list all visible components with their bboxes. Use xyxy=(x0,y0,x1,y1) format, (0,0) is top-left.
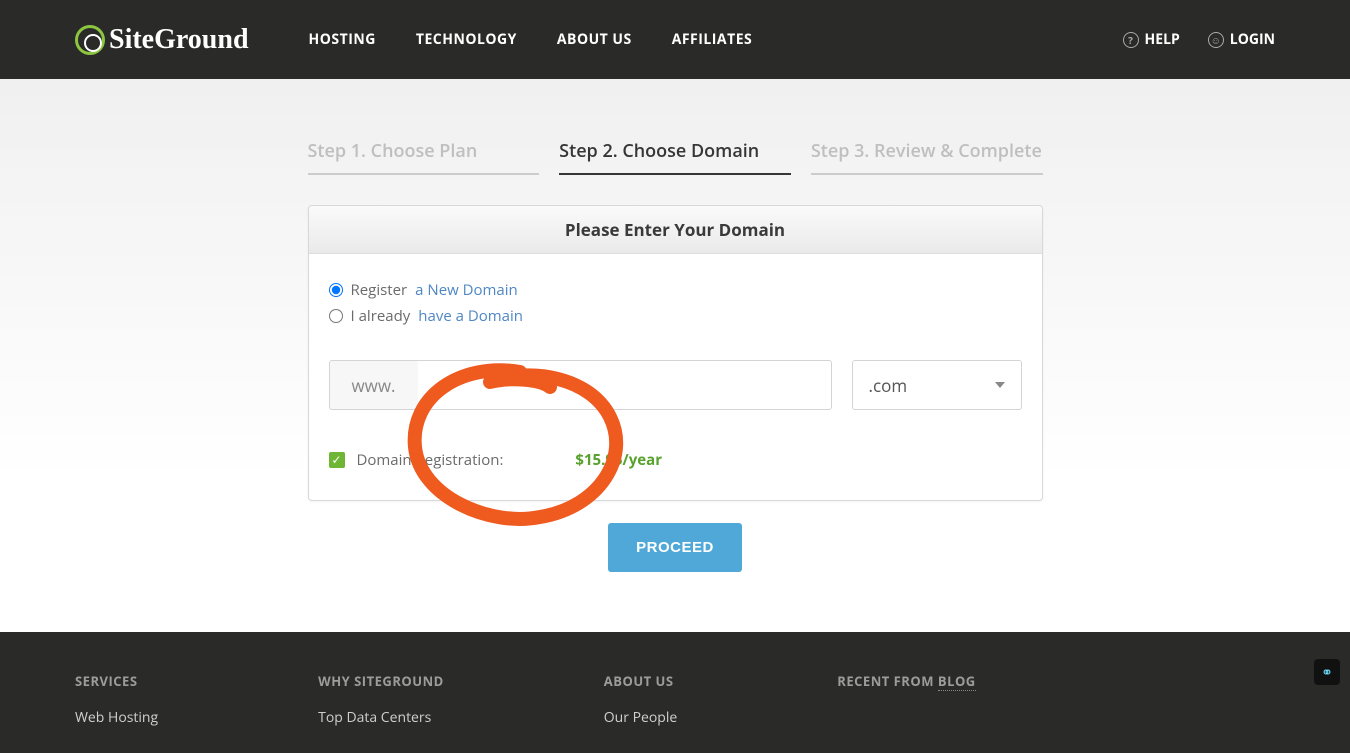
footer-col-blog: RECENT FROM BLOG xyxy=(837,672,975,733)
option-register-new[interactable]: Register a New Domain xyxy=(329,280,1022,300)
footer-col3-title: ABOUT US xyxy=(604,672,678,690)
option1-rest: a New Domain xyxy=(415,280,518,300)
user-icon: ☺ xyxy=(1208,32,1224,48)
floating-widget-icon[interactable]: ⚭ xyxy=(1314,659,1340,685)
registration-checkbox[interactable] xyxy=(329,452,345,468)
footer-link-webhosting[interactable]: Web Hosting xyxy=(75,708,158,727)
chevron-down-icon xyxy=(995,382,1005,388)
domain-input[interactable] xyxy=(418,360,832,410)
registration-price: $15.95/year xyxy=(575,450,662,470)
footer-col-services: SERVICES Web Hosting xyxy=(75,672,158,733)
step-2[interactable]: Step 2. Choose Domain xyxy=(559,139,791,175)
brand-logo-icon xyxy=(75,25,105,55)
domain-input-wrap: www. xyxy=(329,360,832,410)
brand-name: SiteGround xyxy=(109,24,249,56)
footer-col1-title: SERVICES xyxy=(75,672,158,690)
footer-col-about: ABOUT US Our People xyxy=(604,672,678,733)
tld-select[interactable]: .com xyxy=(852,360,1022,410)
footer-col4-lead: RECENT FROM xyxy=(837,672,938,690)
footer-col4-title: RECENT FROM BLOG xyxy=(837,672,975,690)
step-3[interactable]: Step 3. Review & Complete xyxy=(811,139,1043,175)
registration-row: Domain Registration: $15.95/year xyxy=(329,450,1022,470)
header-right: ? HELP ☺ LOGIN xyxy=(1123,30,1275,49)
brand-logo[interactable]: SiteGround xyxy=(75,24,249,56)
header-bar: SiteGround HOSTING TECHNOLOGY ABOUT US A… xyxy=(0,0,1350,79)
tld-value: .com xyxy=(869,374,908,397)
registration-label: Domain Registration: xyxy=(357,450,504,470)
help-icon: ? xyxy=(1123,32,1139,48)
domain-input-row: www. .com xyxy=(329,360,1022,410)
nav-technology[interactable]: TECHNOLOGY xyxy=(416,30,517,49)
radio-register-new[interactable] xyxy=(329,283,343,297)
card-title: Please Enter Your Domain xyxy=(309,206,1042,254)
footer-col2-title: WHY SITEGROUND xyxy=(318,672,444,690)
domain-card: Please Enter Your Domain Register a New … xyxy=(308,205,1043,501)
step-1[interactable]: Step 1. Choose Plan xyxy=(308,139,540,175)
domain-prefix: www. xyxy=(329,360,418,410)
footer-link-datacenters[interactable]: Top Data Centers xyxy=(318,708,444,727)
step-nav: Step 1. Choose Plan Step 2. Choose Domai… xyxy=(308,139,1043,175)
help-label: HELP xyxy=(1145,30,1180,49)
main-content: Step 1. Choose Plan Step 2. Choose Domai… xyxy=(0,79,1350,632)
main-nav: HOSTING TECHNOLOGY ABOUT US AFFILIATES xyxy=(309,30,753,49)
footer-col-why: WHY SITEGROUND Top Data Centers xyxy=(318,672,444,733)
option1-lead: Register xyxy=(351,280,408,300)
footer: SERVICES Web Hosting WHY SITEGROUND Top … xyxy=(0,632,1350,753)
option2-rest: have a Domain xyxy=(418,306,523,326)
radio-have-domain[interactable] xyxy=(329,309,343,323)
nav-hosting[interactable]: HOSTING xyxy=(309,30,376,49)
login-link[interactable]: ☺ LOGIN xyxy=(1208,30,1275,49)
footer-blog-link[interactable]: BLOG xyxy=(938,672,976,691)
nav-affiliates[interactable]: AFFILIATES xyxy=(672,30,753,49)
proceed-button[interactable]: PROCEED xyxy=(608,523,742,572)
nav-about[interactable]: ABOUT US xyxy=(557,30,632,49)
option-have-domain[interactable]: I already have a Domain xyxy=(329,306,1022,326)
footer-link-people[interactable]: Our People xyxy=(604,708,678,727)
help-link[interactable]: ? HELP xyxy=(1123,30,1180,49)
option2-lead: I already xyxy=(351,306,411,326)
login-label: LOGIN xyxy=(1230,30,1275,49)
